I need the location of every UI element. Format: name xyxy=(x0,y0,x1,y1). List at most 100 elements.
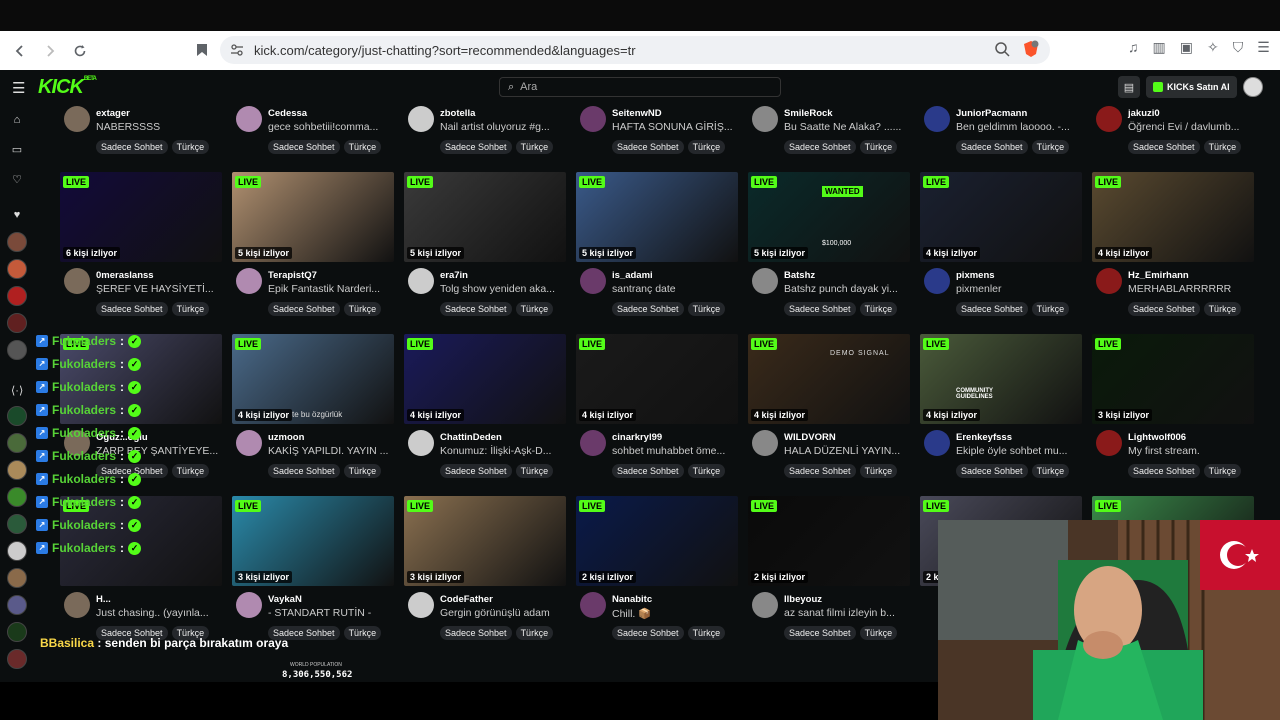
stream-thumbnail[interactable]: LIVE 2 kişi izliyor xyxy=(576,496,738,586)
stream-title[interactable]: az sanat filmi izleyin b... xyxy=(784,607,918,619)
stream-title[interactable]: Gergin görünüşlü adam xyxy=(440,607,574,619)
sidebar-avatar[interactable] xyxy=(7,313,27,333)
tag-category[interactable]: Sadece Sohbet xyxy=(1128,302,1200,316)
tag-language[interactable]: Türkçe xyxy=(859,464,898,478)
stream-card-info[interactable]: Nanabitc Chill. 📦 Sadece Sohbet Türkçe xyxy=(576,592,748,652)
tag-language[interactable]: Türkçe xyxy=(515,464,554,478)
search-input[interactable]: ⌕ Ara xyxy=(499,77,781,97)
stream-title[interactable]: gece sohbetiii!comma... xyxy=(268,121,402,133)
sidebar-avatar[interactable] xyxy=(7,232,27,252)
buy-kicks-button[interactable]: KICKs Satın Al xyxy=(1146,76,1237,98)
tag-language[interactable]: Türkçe xyxy=(1203,302,1242,316)
menu-icon[interactable]: ☰ xyxy=(1257,39,1270,56)
stream-card-info[interactable]: SmileRock Bu Saatte Ne Alaka? ...... Sadec… xyxy=(748,106,920,166)
tag-language[interactable]: Türkçe xyxy=(1203,140,1242,154)
sidebar-avatar[interactable] xyxy=(7,595,27,615)
stream-title[interactable]: HALA DÜZENLİ YAYIN... xyxy=(784,445,918,457)
sidebar-toggle-icon[interactable]: ▥ xyxy=(1153,39,1166,56)
stream-title[interactable]: My first stream. xyxy=(1128,445,1262,457)
tag-category[interactable]: Sadece Sohbet xyxy=(784,626,856,640)
stream-card-info[interactable]: is_adami santranç date Sadece Sohbet Türkçe xyxy=(576,268,748,328)
channel-avatar[interactable] xyxy=(752,106,778,132)
tag-language[interactable]: Türkçe xyxy=(859,302,898,316)
stream-thumbnail[interactable]: LIVE 4 kişi izliyor xyxy=(576,334,738,424)
channel-avatar[interactable] xyxy=(1096,106,1122,132)
stream-thumbnail[interactable]: LIVE 2 kişi izliyor xyxy=(748,496,910,586)
stream-thumbnail[interactable]: LIVE 3 kişi izliyor xyxy=(232,496,394,586)
stream-title[interactable]: Batshz punch dayak yi... xyxy=(784,283,918,295)
tag-language[interactable]: Türkçe xyxy=(859,626,898,640)
stream-title[interactable]: Ekiple öyle sohbet mu... xyxy=(956,445,1090,457)
tag-language[interactable]: Türkçe xyxy=(687,464,726,478)
leo-ai-icon[interactable]: ✧ xyxy=(1207,39,1219,56)
channel-avatar[interactable] xyxy=(64,592,90,618)
channel-avatar[interactable] xyxy=(752,268,778,294)
tag-language[interactable]: Türkçe xyxy=(1031,302,1070,316)
recommended-icon[interactable]: ⟨·⟩ xyxy=(11,385,23,397)
channel-avatar[interactable] xyxy=(580,592,606,618)
stream-thumbnail[interactable]: LIVE 6 kişi izliyor xyxy=(60,172,222,262)
channel-name[interactable]: Batshz xyxy=(784,270,815,281)
channel-avatar[interactable] xyxy=(1096,430,1122,456)
tag-category[interactable]: Sadece Sohbet xyxy=(956,302,1028,316)
tag-language[interactable]: Türkçe xyxy=(1203,464,1242,478)
sidebar-avatar[interactable] xyxy=(7,340,27,360)
tag-category[interactable]: Sadece Sohbet xyxy=(784,302,856,316)
channel-avatar[interactable] xyxy=(64,106,90,132)
sidebar-avatar[interactable] xyxy=(7,433,27,453)
tag-category[interactable]: Sadece Sohbet xyxy=(612,626,684,640)
stream-title[interactable]: Tolg show yeniden aka... xyxy=(440,283,574,295)
channel-name[interactable]: jakuzi0 xyxy=(1128,108,1160,119)
stream-thumbnail[interactable]: LIVE 3 kişi izliyor xyxy=(404,496,566,586)
stream-card-info[interactable]: 0meraslanss ŞEREF VE HAYSİYETİ... Sadece S… xyxy=(60,268,232,328)
stream-card-info[interactable]: ChattinDeden Konumuz: İlişki-Aşk-D... Sade… xyxy=(404,430,576,490)
channel-name[interactable]: extager xyxy=(96,108,130,119)
stream-thumbnail[interactable]: LIVE 5 kişi izliyor xyxy=(404,172,566,262)
kick-logo[interactable]: KICKBETA xyxy=(38,76,97,99)
sidebar-avatar[interactable] xyxy=(7,568,27,588)
forward-button[interactable] xyxy=(38,39,62,63)
stream-title[interactable]: Öğrenci Evi / davlumb... xyxy=(1128,121,1262,133)
stream-title[interactable]: sohbet muhabbet öme... xyxy=(612,445,746,457)
tag-category[interactable]: Sadece Sohbet xyxy=(1128,140,1200,154)
tag-category[interactable]: Sadece Sohbet xyxy=(440,302,512,316)
channel-name[interactable]: cinarkryl99 xyxy=(612,432,662,443)
tag-language[interactable]: Türkçe xyxy=(171,464,210,478)
stream-card-info[interactable]: JuniorPacmann Ben geldimm laoooo. -... Sad… xyxy=(920,106,1092,166)
sidebar-avatar[interactable] xyxy=(7,406,27,426)
tag-language[interactable]: Türkçe xyxy=(343,140,382,154)
channel-avatar[interactable] xyxy=(408,430,434,456)
channel-name[interactable]: Erenkeyfsss xyxy=(956,432,1012,443)
user-avatar[interactable] xyxy=(1242,77,1263,97)
tag-language[interactable]: Türkçe xyxy=(1031,140,1070,154)
tag-category[interactable]: Sadece Sohbet xyxy=(268,464,340,478)
channel-name[interactable]: Hz_Emirhann xyxy=(1128,270,1189,281)
stream-card-info[interactable]: era7in Tolg show yeniden aka... Sadece Soh… xyxy=(404,268,576,328)
tag-language[interactable]: Türkçe xyxy=(515,302,554,316)
stream-title[interactable]: pixmenler xyxy=(956,283,1090,295)
channel-name[interactable]: pixmens xyxy=(956,270,995,281)
tag-language[interactable]: Türkçe xyxy=(1031,464,1070,478)
channel-avatar[interactable] xyxy=(752,430,778,456)
stream-thumbnail[interactable]: LIVE 4 kişi izliyor xyxy=(1092,172,1254,262)
channel-avatar[interactable] xyxy=(924,268,950,294)
tag-category[interactable]: Sadece Sohbet xyxy=(440,140,512,154)
tag-language[interactable]: Türkçe xyxy=(687,140,726,154)
stream-card-info[interactable]: pixmens pixmenler Sadece Sohbet Türkçe xyxy=(920,268,1092,328)
stream-thumbnail[interactable]: LIVE 4 kişi izliyor xyxy=(404,334,566,424)
channel-name[interactable]: ChattinDeden xyxy=(440,432,502,443)
reload-button[interactable] xyxy=(68,39,92,63)
back-button[interactable] xyxy=(8,39,32,63)
tag-category[interactable]: Sadece Sohbet xyxy=(268,140,340,154)
stream-title[interactable]: Epik Fantastik Narderi... xyxy=(268,283,402,295)
stream-thumbnail[interactable]: LIVE 4 kişi izliyor xyxy=(920,172,1082,262)
tag-language[interactable]: Türkçe xyxy=(515,140,554,154)
stream-thumbnail[interactable]: LIVE 5 kişi izliyor xyxy=(576,172,738,262)
tag-category[interactable]: Sadece Sohbet xyxy=(1128,464,1200,478)
stream-card-info[interactable]: cinarkryl99 sohbet muhabbet öme... Sadece … xyxy=(576,430,748,490)
channel-avatar[interactable] xyxy=(1096,268,1122,294)
stream-thumbnail[interactable]: LIVE 4 kişi izliyor xyxy=(920,334,1082,424)
tag-category[interactable]: Sadece Sohbet xyxy=(784,140,856,154)
browse-icon[interactable]: ▭ xyxy=(11,144,23,156)
channel-avatar[interactable] xyxy=(236,430,262,456)
